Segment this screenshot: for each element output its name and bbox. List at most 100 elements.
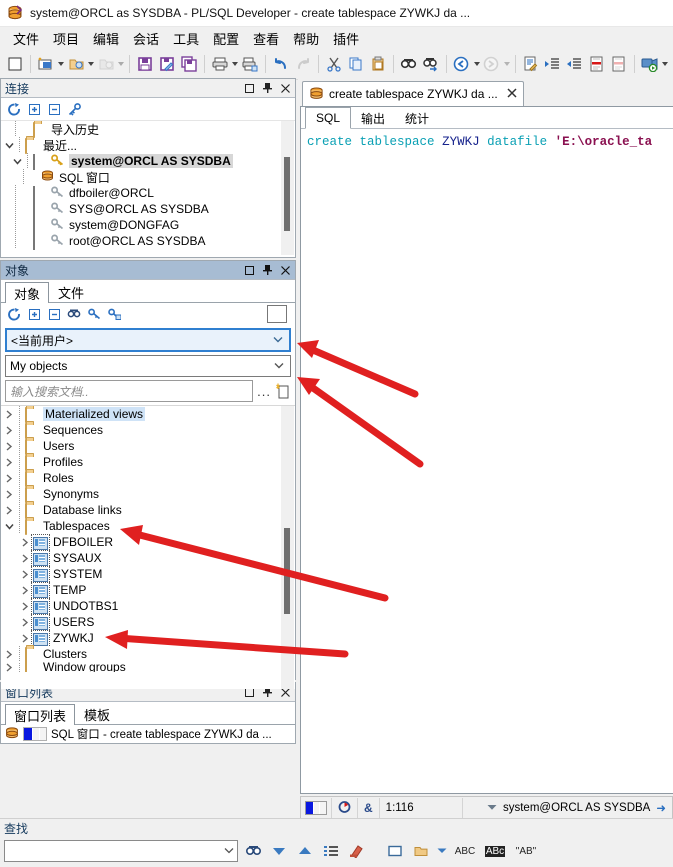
tree-item-users-tablespace[interactable]: USERS (1, 614, 295, 630)
find-next-icon[interactable] (268, 840, 290, 862)
user-filter-combo[interactable]: <当前用户> (5, 328, 291, 352)
execute-icon[interactable] (640, 53, 660, 75)
maximize-icon[interactable] (244, 265, 255, 276)
expand-all-icon[interactable] (27, 102, 41, 116)
chevron-right-icon[interactable] (19, 630, 31, 646)
find-in-window-icon[interactable] (384, 840, 406, 862)
comment-icon[interactable] (587, 53, 607, 75)
save-as-icon[interactable] (157, 53, 177, 75)
menu-configure[interactable]: 配置 (206, 27, 246, 50)
tree-item-dfboiler[interactable]: DFBOILER (1, 534, 295, 550)
tree-item-recent[interactable]: 最近... (1, 137, 295, 154)
tree-item-import-history[interactable]: 导入历史 (1, 121, 295, 138)
modified-indicator[interactable] (332, 798, 358, 818)
chevron-right-icon[interactable] (3, 662, 15, 672)
chevron-right-icon[interactable] (19, 614, 31, 630)
connect-key-icon[interactable] (67, 102, 81, 116)
tab-sql[interactable]: SQL (305, 107, 352, 129)
commit-icon[interactable]: ➜ (656, 801, 666, 815)
chevron-right-icon[interactable] (3, 454, 15, 470)
tree-item-synonyms[interactable]: Synonyms (1, 486, 295, 503)
tab-files[interactable]: 文件 (49, 281, 93, 302)
tree-item-clusters[interactable]: Clusters (1, 646, 295, 663)
tree-expander[interactable] (21, 233, 33, 249)
collapse-all-icon[interactable] (47, 307, 61, 321)
print-setup-icon[interactable] (240, 53, 260, 75)
lock-filter-icon[interactable] (107, 307, 121, 321)
scrollbar-thumb[interactable] (284, 157, 290, 231)
tree-item-sysaux[interactable]: SYSAUX (1, 550, 295, 566)
tree-item-sys-orcl-sysdba[interactable]: SYS@ORCL AS SYSDBA (1, 201, 295, 218)
close-icon[interactable] (507, 87, 517, 101)
pin-icon[interactable] (262, 265, 273, 276)
tree-item-database-links[interactable]: Database links (1, 502, 295, 519)
list-item[interactable]: SQL 窗口 - create tablespace ZYWKJ da ... (1, 725, 295, 743)
tree-item-system-dongfag[interactable]: system@DONGFAG (1, 217, 295, 234)
chevron-down-icon[interactable] (272, 361, 286, 372)
objects-scrollbar[interactable] (281, 406, 294, 689)
whole-words-icon[interactable]: ABC (452, 840, 478, 862)
chevron-down-icon[interactable] (221, 846, 237, 857)
chevron-right-icon[interactable] (3, 646, 15, 662)
close-icon[interactable] (280, 265, 291, 276)
tree-expander[interactable] (21, 201, 33, 217)
objects-options-button[interactable] (267, 305, 287, 323)
find-icon[interactable] (67, 307, 81, 321)
collapse-all-icon[interactable] (47, 102, 61, 116)
chevron-right-icon[interactable] (19, 534, 31, 550)
refresh-icon[interactable] (7, 102, 21, 116)
chevron-down-icon[interactable] (11, 153, 23, 169)
new-document-icon[interactable] (36, 53, 56, 75)
explain-plan-icon[interactable] (521, 53, 541, 75)
tree-item-users[interactable]: Users (1, 438, 295, 455)
tree-item-temp[interactable]: TEMP (1, 582, 295, 598)
tree-item-window-groups[interactable]: Window groups (1, 662, 295, 672)
tab-objects[interactable]: 对象 (5, 282, 50, 303)
chevron-right-icon[interactable] (19, 550, 31, 566)
clear-highlight-icon[interactable] (346, 840, 368, 862)
scope-filter-combo[interactable]: My objects (5, 355, 291, 377)
find-icon[interactable] (242, 840, 264, 862)
chevron-right-icon[interactable] (19, 566, 31, 582)
refresh-icon[interactable] (7, 307, 21, 321)
find-scope-dropdown-icon[interactable] (436, 840, 448, 862)
chevron-down-icon[interactable] (487, 802, 497, 814)
new-document-dropdown-icon[interactable] (57, 53, 65, 75)
objects-tree[interactable]: Materialized views Sequences Users Profi… (1, 405, 295, 689)
cut-icon[interactable] (324, 53, 344, 75)
object-search-input[interactable]: 输入搜索文档.. (5, 380, 254, 402)
back-dropdown-icon[interactable] (473, 53, 481, 75)
tree-expander[interactable] (21, 217, 33, 233)
session-indicator[interactable]: & (358, 798, 380, 818)
uncomment-icon[interactable] (609, 53, 629, 75)
print-dropdown-icon[interactable] (231, 53, 239, 75)
indent-icon[interactable] (543, 53, 563, 75)
find-replace-icon[interactable] (421, 53, 441, 75)
tree-item-materialized-views[interactable]: Materialized views (1, 406, 295, 423)
menu-tools[interactable]: 工具 (166, 27, 206, 50)
chevron-right-icon[interactable] (3, 422, 15, 438)
chevron-right-icon[interactable] (19, 598, 31, 614)
find-previous-icon[interactable] (294, 840, 316, 862)
match-case-icon[interactable]: ABc (482, 840, 508, 862)
save-all-icon[interactable] (179, 53, 199, 75)
chevron-down-icon[interactable] (3, 137, 15, 153)
save-icon[interactable] (135, 53, 155, 75)
find-icon[interactable] (399, 53, 419, 75)
tree-item-zywkj[interactable]: ZYWKJ (1, 630, 295, 646)
outdent-icon[interactable] (565, 53, 585, 75)
menu-help[interactable]: 帮助 (286, 27, 326, 50)
regex-icon[interactable]: "AB" (512, 840, 540, 862)
maximize-icon[interactable] (244, 83, 255, 94)
open-folder-dropdown-icon[interactable] (87, 53, 95, 75)
tab-window-list[interactable]: 窗口列表 (5, 704, 76, 725)
menu-edit[interactable]: 编辑 (86, 27, 126, 50)
tree-item-sequences[interactable]: Sequences (1, 422, 295, 439)
tree-item-undotbs1[interactable]: UNDOTBS1 (1, 598, 295, 614)
tree-item-system[interactable]: SYSTEM (1, 566, 295, 582)
back-icon[interactable] (452, 53, 472, 75)
tab-templates[interactable]: 模板 (75, 703, 119, 724)
menu-session[interactable]: 会话 (126, 27, 166, 50)
connection-selector[interactable]: system@ORCL AS SYSDBA ➜ (481, 798, 672, 818)
tree-item-system-orcl-sysdba[interactable]: system@ORCL AS SYSDBA (1, 153, 295, 170)
